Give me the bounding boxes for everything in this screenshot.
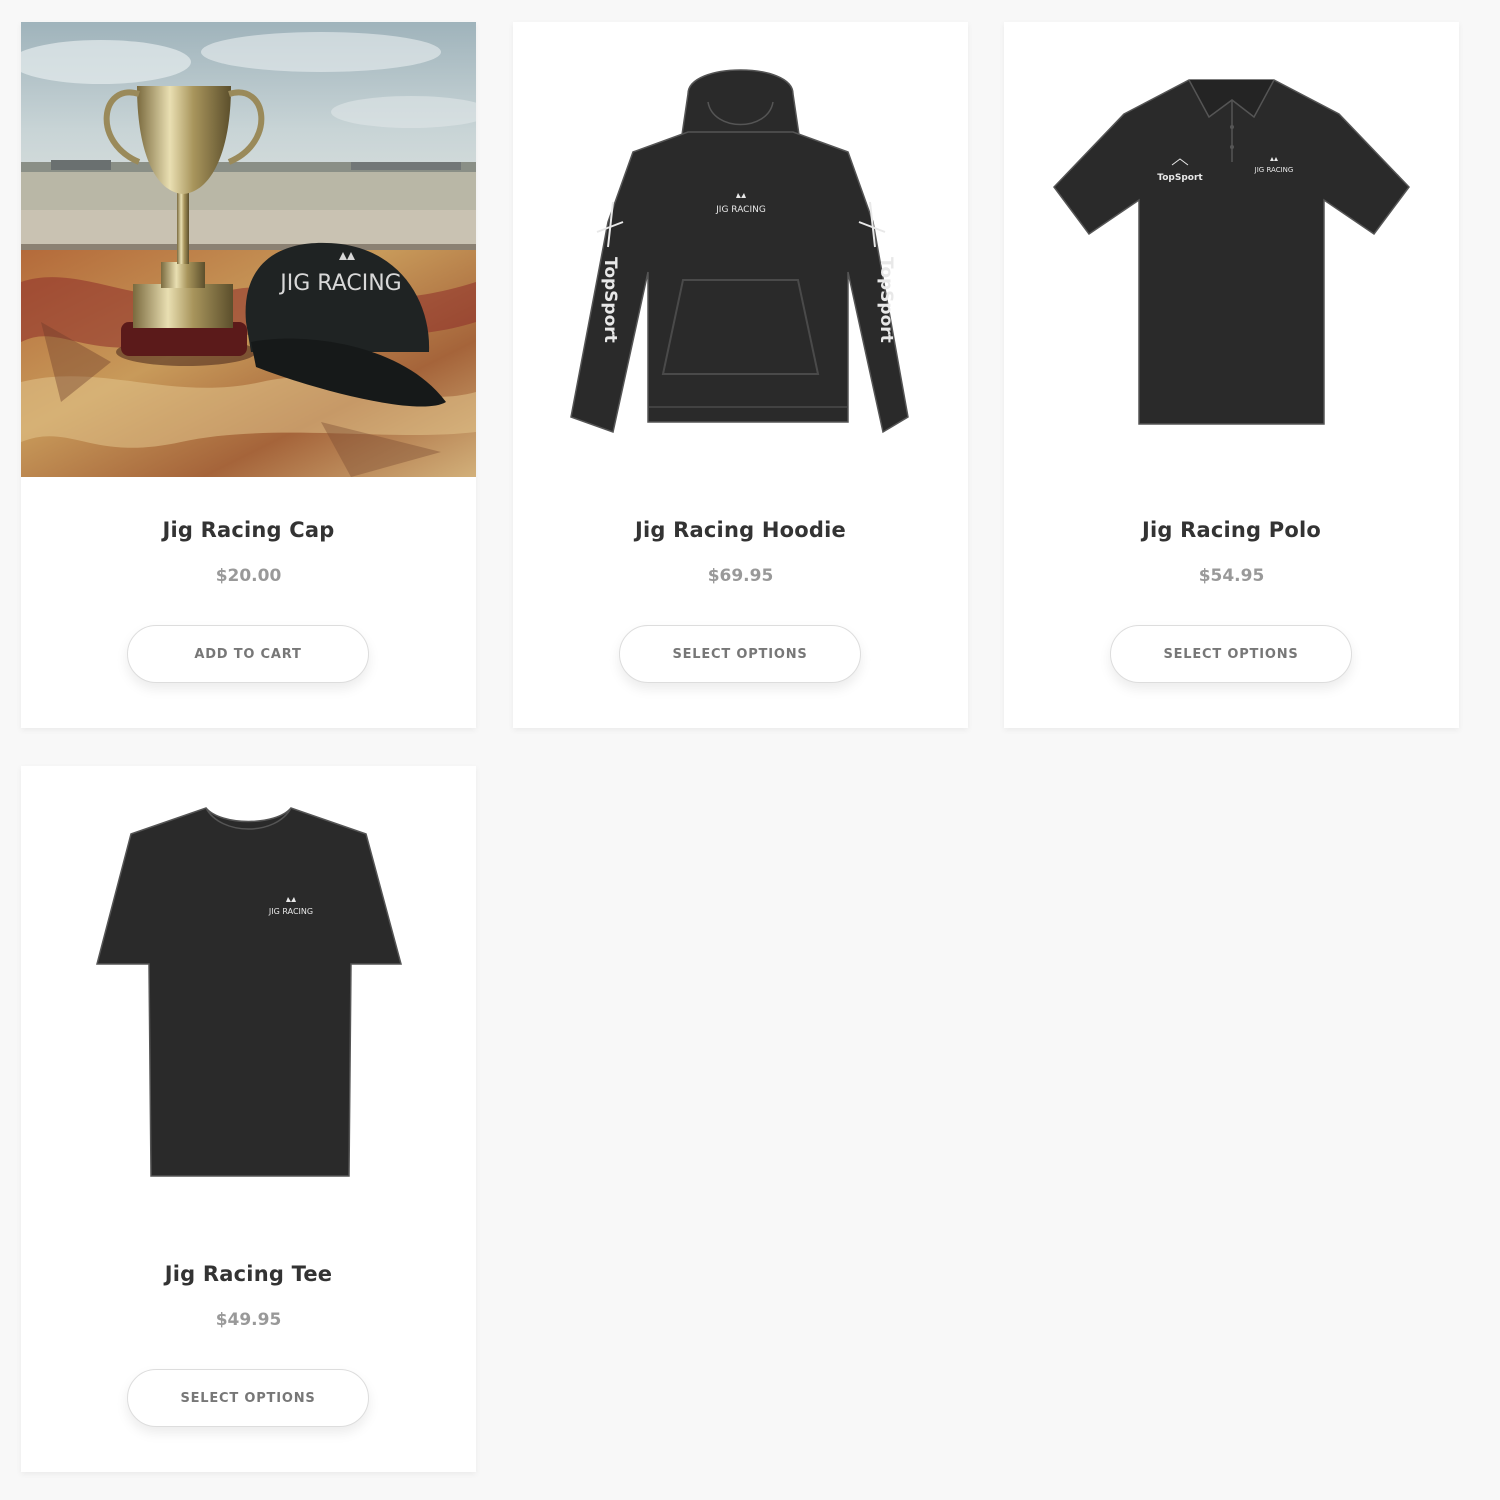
product-card-hoodie: JIG RACING TopSport TopSport Jig Racing … [513, 22, 968, 728]
tshirt-icon: JIG RACING [21, 766, 476, 1221]
tee-chest-logo: JIG RACING [268, 907, 313, 916]
product-image-link[interactable]: JIG RACING [21, 766, 476, 1221]
product-price: $69.95 [707, 566, 774, 586]
hoodie-chest-logo: JIG RACING [715, 205, 766, 215]
hoodie-icon: JIG RACING TopSport TopSport [513, 22, 968, 477]
product-title[interactable]: Jig Racing Polo [1004, 518, 1459, 542]
hoodie-left-sleeve-text: TopSport [600, 257, 620, 343]
select-options-button[interactable]: SELECT OPTIONS [619, 625, 861, 683]
select-options-button[interactable]: SELECT OPTIONS [1110, 625, 1352, 683]
polo-right-chest-text: JIG RACING [1254, 166, 1294, 174]
product-image-link[interactable]: TopSport JIG RACING [1004, 22, 1459, 477]
product-price: $49.95 [215, 1310, 282, 1330]
product-price: $54.95 [1198, 566, 1265, 586]
trophy-and-cap-photo: JIG RACING [21, 22, 476, 477]
product-price: $20.00 [215, 566, 282, 586]
product-image-link[interactable]: JIG RACING [21, 22, 476, 477]
polo-icon: TopSport JIG RACING [1004, 22, 1459, 477]
cap-logo-text: JIG RACING [278, 271, 401, 296]
product-card-polo: TopSport JIG RACING Jig Racing Polo $54.… [1004, 22, 1459, 728]
polo-left-chest-text: TopSport [1157, 173, 1203, 183]
product-card-cap: JIG RACING Jig Racing Cap $20.00 ADD TO … [21, 22, 476, 728]
product-title[interactable]: Jig Racing Hoodie [513, 518, 968, 542]
product-image-link[interactable]: JIG RACING TopSport TopSport [513, 22, 968, 477]
select-options-button[interactable]: SELECT OPTIONS [127, 1369, 369, 1427]
product-grid: JIG RACING Jig Racing Cap $20.00 ADD TO … [0, 0, 1500, 1500]
product-title[interactable]: Jig Racing Cap [21, 518, 476, 542]
product-title[interactable]: Jig Racing Tee [21, 1262, 476, 1286]
hoodie-right-sleeve-text: TopSport [876, 257, 896, 343]
add-to-cart-button[interactable]: ADD TO CART [127, 625, 369, 683]
product-card-tee: JIG RACING Jig Racing Tee $49.95 SELECT … [21, 766, 476, 1472]
